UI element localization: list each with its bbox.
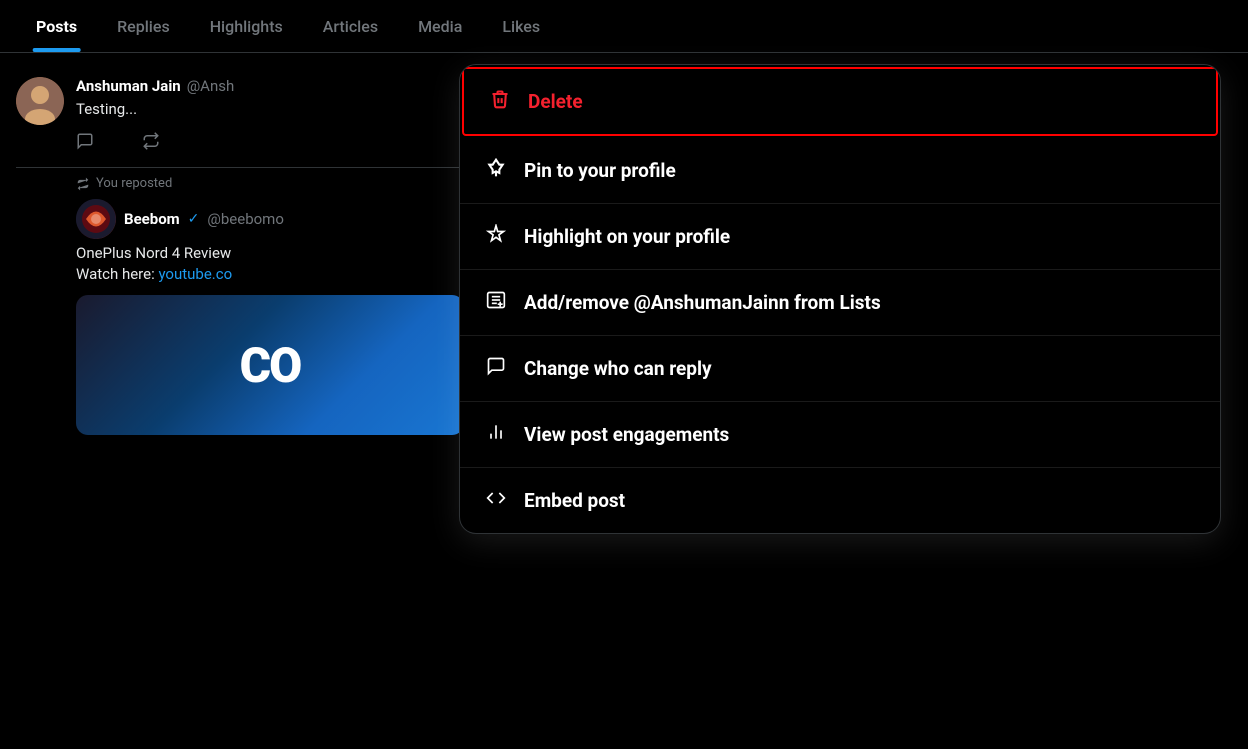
delete-label: Delete	[528, 90, 583, 113]
repost-author: Beebom	[124, 210, 180, 228]
menu-item-reply-settings[interactable]: Change who can reply	[460, 336, 1220, 402]
trash-icon	[488, 89, 512, 114]
post-header-1: Anshuman Jain @Ansh	[76, 77, 464, 95]
pin-label: Pin to your profile	[524, 159, 676, 182]
tab-replies[interactable]: Replies	[97, 0, 190, 52]
list-label: Add/remove @AnshumanJainn from Lists	[524, 291, 881, 314]
embed-icon	[484, 488, 508, 513]
avatar-image	[16, 77, 64, 125]
retweet-icon[interactable]	[142, 132, 160, 155]
repost-handle: @beebomo	[207, 210, 284, 228]
menu-item-delete[interactable]: Delete	[462, 67, 1218, 136]
repost-link[interactable]: youtube.co	[158, 265, 232, 283]
tab-posts[interactable]: Posts	[16, 0, 97, 52]
embed-label: Embed post	[524, 489, 625, 512]
sparkle-icon	[484, 224, 508, 249]
menu-item-list[interactable]: Add/remove @AnshumanJainn from Lists	[460, 270, 1220, 336]
repost-indicator: You reposted	[76, 176, 464, 191]
repost-text: OnePlus Nord 4 Review Watch here: youtub…	[76, 243, 464, 285]
chart-icon	[484, 422, 508, 447]
reply-icon[interactable]	[76, 132, 94, 155]
avatar-anshuman	[16, 77, 64, 125]
reply-settings-label: Change who can reply	[524, 357, 712, 380]
tab-media[interactable]: Media	[398, 0, 482, 52]
menu-item-engagements[interactable]: View post engagements	[460, 402, 1220, 468]
post-handle-1: @Ansh	[187, 77, 235, 95]
engagements-label: View post engagements	[524, 423, 729, 446]
post-author-1: Anshuman Jain	[76, 77, 181, 95]
post-item-1: Anshuman Jain @Ansh Testing...	[16, 65, 464, 168]
verified-badge: ✓	[188, 211, 200, 227]
menu-item-embed[interactable]: Embed post	[460, 468, 1220, 533]
tab-likes[interactable]: Likes	[482, 0, 560, 52]
tab-articles[interactable]: Articles	[303, 0, 398, 52]
repost-content: Beebom ✓ @beebomo OnePlus Nord 4 Review …	[76, 199, 464, 435]
post-content-1: Anshuman Jain @Ansh Testing...	[76, 77, 464, 155]
list-icon	[484, 290, 508, 315]
post-actions-1	[76, 132, 464, 155]
tab-bar: Posts Replies Highlights Articles Media …	[0, 0, 1248, 53]
pin-icon	[484, 158, 508, 183]
image-preview: CO	[76, 295, 464, 435]
beebom-avatar	[76, 199, 116, 239]
post-text-1: Testing...	[76, 99, 464, 120]
repost-header: Beebom ✓ @beebomo	[76, 199, 464, 239]
menu-item-pin[interactable]: Pin to your profile	[460, 138, 1220, 204]
reply-settings-icon	[484, 356, 508, 381]
context-menu: Delete Pin to your profile Highlight on …	[460, 65, 1220, 533]
menu-item-highlight[interactable]: Highlight on your profile	[460, 204, 1220, 270]
post-item-2: You reposted Beebom ✓ @beebomo	[16, 168, 464, 447]
posts-area: Anshuman Jain @Ansh Testing...	[0, 53, 480, 459]
repost-icon	[76, 177, 90, 191]
tab-highlights[interactable]: Highlights	[190, 0, 303, 52]
content-area: Anshuman Jain @Ansh Testing...	[0, 53, 1248, 459]
highlight-label: Highlight on your profile	[524, 225, 730, 248]
